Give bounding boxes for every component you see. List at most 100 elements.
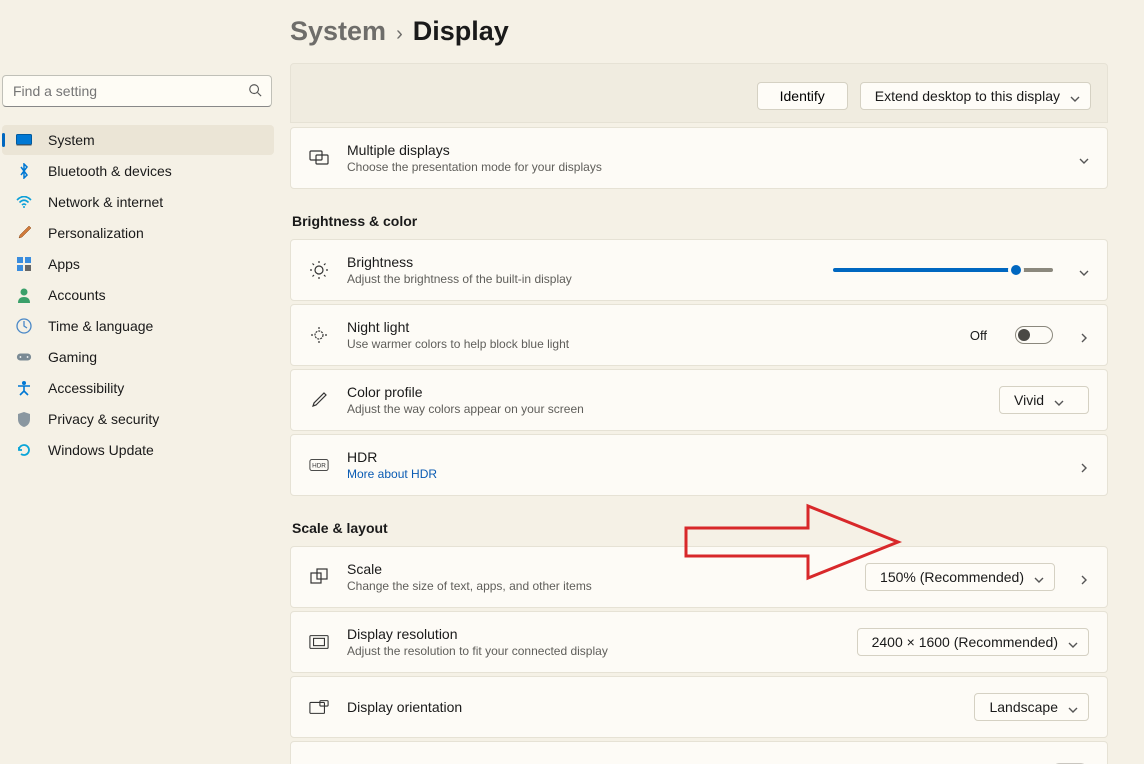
row-text: Multiple displays Choose the presentatio… bbox=[347, 142, 1061, 174]
sidebar-item-windows-update[interactable]: Windows Update bbox=[2, 435, 274, 465]
wifi-icon bbox=[16, 194, 32, 210]
paintbrush-icon bbox=[16, 225, 32, 241]
sidebar-item-gaming[interactable]: Gaming bbox=[2, 342, 274, 372]
slider-thumb[interactable] bbox=[1008, 262, 1024, 278]
globe-clock-icon bbox=[16, 318, 32, 334]
row-text: Display resolution Adjust the resolution… bbox=[347, 626, 839, 658]
hdr-icon: HDR bbox=[309, 455, 329, 475]
row-text: Brightness Adjust the brightness of the … bbox=[347, 254, 815, 286]
row-text: Night light Use warmer colors to help bl… bbox=[347, 319, 952, 351]
resolution-row[interactable]: Display resolution Adjust the resolution… bbox=[290, 611, 1108, 673]
row-text: Display orientation bbox=[347, 699, 956, 715]
row-title: Display orientation bbox=[347, 699, 956, 715]
hdr-row[interactable]: HDR HDR More about HDR bbox=[290, 434, 1108, 496]
display-icon bbox=[16, 132, 32, 148]
hdr-more-link[interactable]: More about HDR bbox=[347, 467, 1061, 481]
sidebar-item-label: Apps bbox=[48, 256, 80, 272]
section-brightness-color: Brightness & color bbox=[292, 213, 1108, 229]
breadcrumb-parent[interactable]: System bbox=[290, 16, 386, 47]
sun-icon bbox=[309, 260, 329, 280]
color-profile-row[interactable]: Color profile Adjust the way colors appe… bbox=[290, 369, 1108, 431]
brightness-row[interactable]: Brightness Adjust the brightness of the … bbox=[290, 239, 1108, 301]
orientation-row[interactable]: Display orientation Landscape bbox=[290, 676, 1108, 738]
row-text: Color profile Adjust the way colors appe… bbox=[347, 384, 981, 416]
display-arrangement-panel: Identify Extend desktop to this display bbox=[290, 63, 1108, 123]
row-text: Scale Change the size of text, apps, and… bbox=[347, 561, 847, 593]
orientation-dropdown[interactable]: Landscape bbox=[974, 693, 1089, 721]
multiple-displays-icon bbox=[309, 148, 329, 168]
sidebar-item-label: Bluetooth & devices bbox=[48, 163, 172, 179]
sidebar-item-personalization[interactable]: Personalization bbox=[2, 218, 274, 248]
sidebar-item-accounts[interactable]: Accounts bbox=[2, 280, 274, 310]
resolution-value: 2400 × 1600 (Recommended) bbox=[872, 634, 1058, 650]
sidebar-item-label: Time & language bbox=[48, 318, 153, 334]
sidebar-item-label: Windows Update bbox=[48, 442, 154, 458]
search-wrap bbox=[2, 75, 272, 107]
extend-desktop-label: Extend desktop to this display bbox=[875, 88, 1060, 104]
night-light-icon bbox=[309, 325, 329, 345]
extend-desktop-dropdown[interactable]: Extend desktop to this display bbox=[860, 82, 1091, 110]
sidebar-item-apps[interactable]: Apps bbox=[2, 249, 274, 279]
resolution-icon bbox=[309, 632, 329, 652]
chevron-down-icon bbox=[1070, 91, 1080, 101]
night-light-toggle[interactable] bbox=[1015, 326, 1053, 344]
pen-icon bbox=[309, 390, 329, 410]
chevron-down-icon bbox=[1079, 153, 1089, 163]
resolution-dropdown[interactable]: 2400 × 1600 (Recommended) bbox=[857, 628, 1089, 656]
sidebar-item-accessibility[interactable]: Accessibility bbox=[2, 373, 274, 403]
chevron-down-icon bbox=[1054, 395, 1064, 405]
sidebar-item-network[interactable]: Network & internet bbox=[2, 187, 274, 217]
chevron-down-icon bbox=[1068, 702, 1078, 712]
row-subtitle: Adjust the brightness of the built-in di… bbox=[347, 272, 815, 286]
sidebar-item-time-language[interactable]: Time & language bbox=[2, 311, 274, 341]
night-light-row[interactable]: Night light Use warmer colors to help bl… bbox=[290, 304, 1108, 366]
shield-icon bbox=[16, 411, 32, 427]
chevron-right-icon bbox=[1079, 460, 1089, 470]
row-title: HDR bbox=[347, 449, 1061, 465]
scale-value: 150% (Recommended) bbox=[880, 569, 1024, 585]
row-subtitle: Change the size of text, apps, and other… bbox=[347, 579, 847, 593]
row-title: Multiple displays bbox=[347, 142, 1061, 158]
update-icon bbox=[16, 442, 32, 458]
scale-dropdown[interactable]: 150% (Recommended) bbox=[865, 563, 1055, 591]
chevron-down-icon bbox=[1034, 572, 1044, 582]
page-title: Display bbox=[413, 16, 509, 47]
sidebar-item-label: Gaming bbox=[48, 349, 97, 365]
search-icon bbox=[248, 83, 262, 97]
row-subtitle: Adjust the resolution to fit your connec… bbox=[347, 644, 839, 658]
chevron-down-icon bbox=[1079, 265, 1089, 275]
sidebar-item-label: Personalization bbox=[48, 225, 144, 241]
row-title: Color profile bbox=[347, 384, 981, 400]
row-subtitle: Choose the presentation mode for your di… bbox=[347, 160, 1061, 174]
scale-icon bbox=[309, 567, 329, 587]
row-title: Scale bbox=[347, 561, 847, 577]
row-title: Brightness bbox=[347, 254, 815, 270]
row-subtitle: Use warmer colors to help block blue lig… bbox=[347, 337, 952, 351]
sidebar: System Bluetooth & devices Network & int… bbox=[0, 0, 280, 764]
breadcrumb: System › Display bbox=[290, 16, 1108, 47]
accessibility-icon bbox=[16, 380, 32, 396]
multiple-displays-row[interactable]: Multiple displays Choose the presentatio… bbox=[290, 127, 1108, 189]
apps-icon bbox=[16, 256, 32, 272]
sidebar-item-system[interactable]: System bbox=[2, 125, 274, 155]
section-scale-layout: Scale & layout bbox=[292, 520, 1108, 536]
row-subtitle: Adjust the way colors appear on your scr… bbox=[347, 402, 981, 416]
sidebar-item-label: Accounts bbox=[48, 287, 106, 303]
color-profile-dropdown[interactable]: Vivid bbox=[999, 386, 1089, 414]
chevron-right-icon bbox=[1079, 330, 1089, 340]
search-input[interactable] bbox=[2, 75, 272, 107]
sidebar-item-bluetooth[interactable]: Bluetooth & devices bbox=[2, 156, 274, 186]
orientation-value: Landscape bbox=[989, 699, 1058, 715]
row-title: Night light bbox=[347, 319, 952, 335]
sidebar-item-label: Accessibility bbox=[48, 380, 124, 396]
gamepad-icon bbox=[16, 349, 32, 365]
main-content: System › Display Identify Extend desktop… bbox=[280, 0, 1144, 764]
row-text: HDR More about HDR bbox=[347, 449, 1061, 481]
scale-row[interactable]: Scale Change the size of text, apps, and… bbox=[290, 546, 1108, 608]
svg-text:HDR: HDR bbox=[312, 463, 326, 470]
bluetooth-icon bbox=[16, 163, 32, 179]
person-icon bbox=[16, 287, 32, 303]
identify-button[interactable]: Identify bbox=[757, 82, 848, 110]
brightness-slider[interactable] bbox=[833, 268, 1053, 272]
sidebar-item-privacy[interactable]: Privacy & security bbox=[2, 404, 274, 434]
